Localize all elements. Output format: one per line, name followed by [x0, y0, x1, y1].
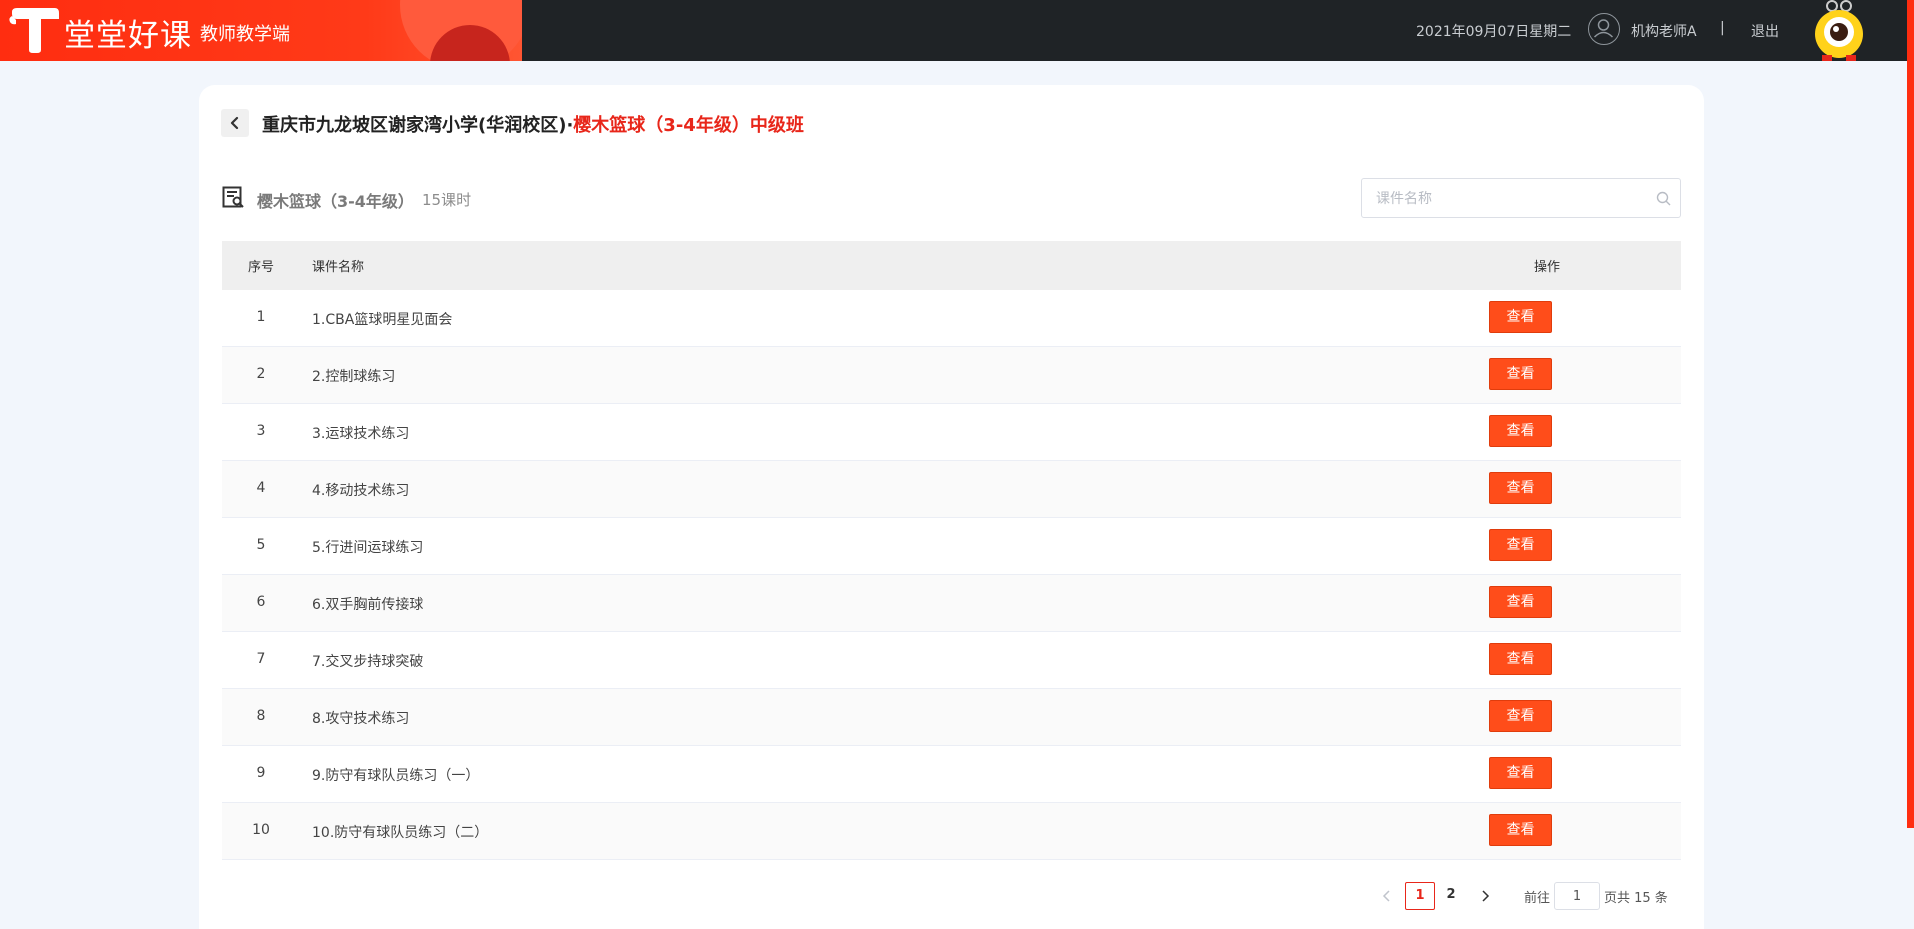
row-name: 8.攻守技术练习: [312, 711, 410, 727]
lesson-count: 15课时: [422, 191, 472, 209]
view-button[interactable]: 查看: [1489, 472, 1552, 504]
table-row: 9 9.防守有球队员练习（一） 查看: [222, 746, 1681, 803]
search-box[interactable]: [1361, 178, 1681, 218]
chevron-left-icon: [1382, 890, 1390, 902]
chevron-left-icon: [230, 116, 239, 130]
header-separator: |: [1720, 20, 1725, 36]
page-1-button[interactable]: 1: [1405, 882, 1435, 910]
table-row: 5 5.行进间运球练习 查看: [222, 518, 1681, 575]
table-row: 10 10.防守有球队员练习（二） 查看: [222, 803, 1681, 860]
header-date: 2021年09月07日星期二: [1416, 24, 1572, 40]
view-button[interactable]: 查看: [1489, 643, 1552, 675]
logout-link[interactable]: 退出: [1751, 21, 1779, 41]
row-name: 2.控制球练习: [312, 369, 396, 385]
row-name: 7.交叉步持球突破: [312, 654, 424, 670]
table-row: 7 7.交叉步持球突破 查看: [222, 632, 1681, 689]
goto-label: 前往: [1524, 891, 1551, 906]
main-card: 重庆市九龙坡区谢家湾小学(华润校区)·樱木篮球（3-4年级）中级班 樱木篮球（3…: [199, 85, 1704, 929]
header-op: 操作: [1533, 260, 1560, 275]
class-name: 樱木篮球（3-4年级）中级班: [573, 115, 804, 136]
courseware-table: 序号 课件名称 操作 1 1.CBA篮球明星见面会 查看 2 2.控制球练习 查…: [222, 241, 1681, 860]
course-document-icon: [222, 186, 244, 208]
table-row: 2 2.控制球练习 查看: [222, 347, 1681, 404]
view-button[interactable]: 查看: [1489, 415, 1552, 447]
view-button[interactable]: 查看: [1489, 529, 1552, 561]
search-input[interactable]: [1376, 189, 1646, 209]
row-index: 1: [256, 309, 266, 325]
view-button[interactable]: 查看: [1489, 814, 1552, 846]
back-button[interactable]: [221, 109, 249, 137]
total-label: 页共 15 条: [1604, 891, 1668, 906]
page-title: 重庆市九龙坡区谢家湾小学(华润校区)·樱木篮球（3-4年级）中级班: [262, 111, 804, 137]
row-name: 5.行进间运球练习: [312, 540, 424, 556]
search-icon[interactable]: [1656, 191, 1671, 206]
row-index: 6: [256, 594, 266, 610]
row-name: 10.防守有球队员练习（二）: [312, 825, 489, 841]
table-row: 8 8.攻守技术练习 查看: [222, 689, 1681, 746]
view-button[interactable]: 查看: [1489, 700, 1552, 732]
view-button[interactable]: 查看: [1489, 358, 1552, 390]
prev-page-button[interactable]: [1377, 882, 1397, 910]
view-button[interactable]: 查看: [1489, 586, 1552, 618]
top-header: 堂堂好课 教师教学端 2021年09月07日星期二 机构老师A | 退出: [0, 0, 1914, 61]
row-name: 9.防守有球队员练习（一）: [312, 768, 480, 784]
header-name: 课件名称: [312, 260, 365, 275]
row-index: 7: [256, 651, 266, 667]
brand-area: 堂堂好课 教师教学端: [0, 0, 522, 61]
user-avatar-icon[interactable]: [1588, 13, 1620, 45]
brand-name: 堂堂好课: [64, 18, 192, 54]
table-row: 3 3.运球技术练习 查看: [222, 404, 1681, 461]
row-index: 5: [256, 537, 266, 553]
goto-page-input[interactable]: [1554, 882, 1600, 910]
mascot-icon: [1815, 0, 1863, 61]
row-name: 4.移动技术练习: [312, 483, 410, 499]
row-name: 6.双手胸前传接球: [312, 597, 424, 613]
right-accent-bar: [1907, 0, 1914, 828]
brand-subtitle: 教师教学端: [200, 24, 290, 45]
row-index: 4: [256, 480, 266, 496]
brand-logo-icon: [9, 8, 59, 53]
header-username[interactable]: 机构老师A: [1631, 21, 1697, 41]
chevron-right-icon: [1482, 890, 1490, 902]
row-name: 1.CBA篮球明星见面会: [312, 312, 453, 328]
view-button[interactable]: 查看: [1489, 757, 1552, 789]
table-row: 6 6.双手胸前传接球 查看: [222, 575, 1681, 632]
table-row: 1 1.CBA篮球明星见面会 查看: [222, 290, 1681, 347]
row-index: 10: [252, 822, 270, 838]
row-index: 2: [256, 366, 266, 382]
header-index: 序号: [247, 260, 274, 275]
row-index: 9: [256, 765, 266, 781]
course-name: 樱木篮球（3-4年级）: [257, 192, 414, 211]
school-name: 重庆市九龙坡区谢家湾小学(华润校区)·: [262, 115, 574, 136]
row-index: 3: [256, 423, 266, 439]
table-row: 4 4.移动技术练习 查看: [222, 461, 1681, 518]
table-header: 序号 课件名称 操作: [222, 241, 1681, 290]
row-index: 8: [256, 708, 266, 724]
row-name: 3.运球技术练习: [312, 426, 410, 442]
next-page-button[interactable]: [1475, 882, 1495, 910]
view-button[interactable]: 查看: [1489, 301, 1552, 333]
page-2-button[interactable]: 2: [1436, 882, 1466, 910]
